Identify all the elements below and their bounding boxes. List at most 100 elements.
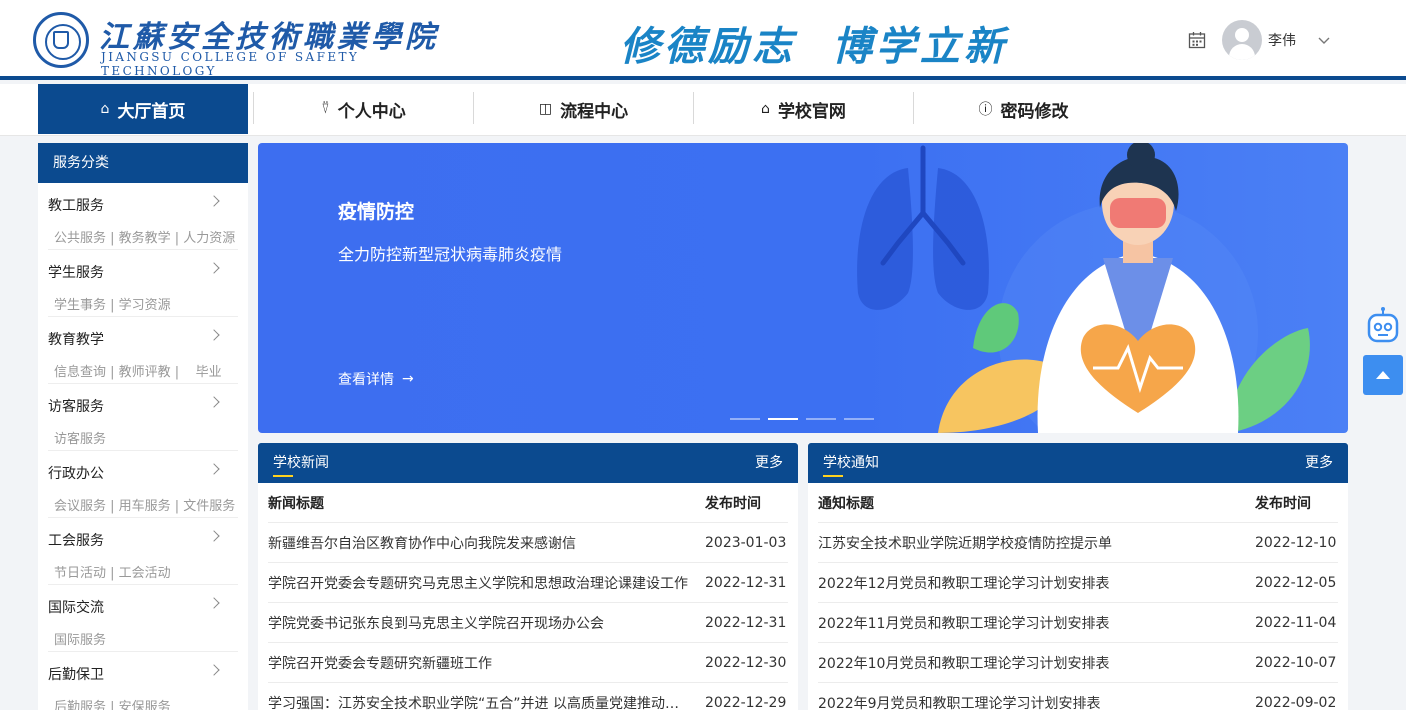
news-title[interactable]: 学院党委书记张东良到马克思主义学院召开现场办公会 bbox=[268, 613, 705, 633]
nav-personal-center[interactable]: ⍢ 个人中心 bbox=[254, 84, 473, 134]
chevron-down-icon[interactable] bbox=[1318, 34, 1330, 46]
news-title[interactable]: 新疆维吾尔自治区教育协作中心向我院发来感谢信 bbox=[268, 533, 705, 553]
chevron-right-icon[interactable] bbox=[208, 396, 220, 408]
table-row[interactable]: 江苏安全技术职业学院近期学校疫情防控提示单 2022-12-10 bbox=[818, 523, 1338, 563]
category-title[interactable]: 教工服务 bbox=[48, 195, 104, 215]
logo-english-name: JIANGSU COLLEGE OF SAFETY TECHNOLOGY bbox=[101, 50, 360, 78]
chevron-right-icon[interactable] bbox=[208, 195, 220, 207]
news-more-link[interactable]: 更多 bbox=[755, 443, 783, 483]
table-row[interactable]: 学院党委书记张东良到马克思主义学院召开现场办公会 2022-12-31 bbox=[268, 603, 788, 643]
news-title[interactable]: 学院召开党委会专题研究马克思主义学院和思想政治理论课建设工作 bbox=[268, 573, 705, 593]
table-header: 新闻标题 发布时间 bbox=[268, 483, 788, 523]
category-sublinks[interactable]: 后勤服务 | 安保服务 bbox=[54, 696, 171, 710]
table-row[interactable]: 学院召开党委会专题研究新疆班工作 2022-12-30 bbox=[268, 643, 788, 683]
category-title[interactable]: 行政办公 bbox=[48, 463, 104, 483]
back-to-top-button[interactable] bbox=[1363, 355, 1403, 395]
calendar-icon[interactable] bbox=[1188, 31, 1206, 49]
carousel-dot[interactable] bbox=[730, 418, 760, 420]
carousel-indicators bbox=[730, 418, 874, 420]
chevron-right-icon[interactable] bbox=[208, 530, 220, 542]
table-row[interactable]: 2022年11月党员和教职工理论学习计划安排表 2022-11-04 bbox=[818, 603, 1338, 643]
news-time: 2023-01-03 bbox=[705, 534, 787, 551]
carousel-dot[interactable] bbox=[806, 418, 836, 420]
col-title-header: 新闻标题 bbox=[268, 495, 324, 512]
chevron-right-icon[interactable] bbox=[208, 597, 220, 609]
table-row[interactable]: 学习强国：江苏安全技术职业学院“五合”并进 以高质量党建推动高质量发展 2022… bbox=[268, 683, 788, 710]
notices-more-link[interactable]: 更多 bbox=[1305, 443, 1333, 483]
carousel-dot[interactable] bbox=[844, 418, 874, 420]
notice-title[interactable]: 江苏安全技术职业学院近期学校疫情防控提示单 bbox=[818, 533, 1255, 553]
nav-school-site[interactable]: ⌂ 学校官网 bbox=[694, 84, 913, 134]
banner-carousel[interactable]: 疫情防控 全力防控新型冠状病毒肺炎疫情 查看详情 → bbox=[258, 143, 1348, 433]
category-title[interactable]: 工会服务 bbox=[48, 530, 104, 550]
col-title-header: 通知标题 bbox=[818, 495, 874, 512]
notice-title[interactable]: 2022年9月党员和教职工理论学习计划安排表 bbox=[818, 693, 1255, 710]
table-row[interactable]: 2022年9月党员和教职工理论学习计划安排表 2022-09-02 bbox=[818, 683, 1338, 710]
flow-icon: ◫ bbox=[538, 101, 553, 117]
category-title[interactable]: 学生服务 bbox=[48, 262, 104, 282]
nav-flow-label: 流程中心 bbox=[560, 101, 629, 122]
school-seal bbox=[33, 12, 89, 68]
category-administration[interactable]: 行政办公 会议服务 | 用车服务 | 文件服务 bbox=[38, 451, 248, 518]
chevron-right-icon[interactable] bbox=[208, 664, 220, 676]
nav-password-change[interactable]: ⓘ 密码修改 bbox=[914, 84, 1133, 134]
carousel-dot-active[interactable] bbox=[768, 418, 798, 420]
notice-title[interactable]: 2022年12月党员和教职工理论学习计划安排表 bbox=[818, 573, 1255, 593]
category-title[interactable]: 国际交流 bbox=[48, 597, 104, 617]
table-row[interactable]: 2022年12月党员和教职工理论学习计划安排表 2022-12-05 bbox=[818, 563, 1338, 603]
nav-flow-center[interactable]: ◫ 流程中心 bbox=[474, 84, 693, 134]
notice-time: 2022-12-05 bbox=[1255, 574, 1337, 591]
person-icon: ⍢ bbox=[321, 101, 330, 117]
category-logistics-security[interactable]: 后勤保卫 后勤服务 | 安保服务 bbox=[38, 652, 248, 710]
category-sublinks[interactable]: 信息查询 | 教师评教 | 毕业 bbox=[54, 361, 222, 380]
user-name[interactable]: 李伟 bbox=[1268, 30, 1296, 50]
nav-home[interactable]: ⌂ 大厅首页 bbox=[38, 84, 248, 134]
chevron-right-icon[interactable] bbox=[208, 262, 220, 274]
chevron-right-icon[interactable] bbox=[208, 329, 220, 341]
notice-title[interactable]: 2022年10月党员和教职工理论学习计划安排表 bbox=[818, 653, 1255, 673]
category-sublinks[interactable]: 访客服务 bbox=[54, 428, 106, 447]
table-row[interactable]: 新疆维吾尔自治区教育协作中心向我院发来感谢信 2023-01-03 bbox=[268, 523, 788, 563]
category-union-services[interactable]: 工会服务 节日活动 | 工会活动 bbox=[38, 518, 248, 585]
notice-time: 2022-10-07 bbox=[1255, 654, 1337, 671]
category-staff-services[interactable]: 教工服务 公共服务 | 教务教学 | 人力资源 bbox=[38, 183, 248, 250]
sidebar-title: 服务分类 bbox=[38, 143, 248, 183]
banner-more-label: 查看详情 bbox=[338, 372, 394, 388]
category-education-teaching[interactable]: 教育教学 信息查询 | 教师评教 | 毕业 bbox=[38, 317, 248, 384]
category-sublinks[interactable]: 国际服务 bbox=[54, 629, 106, 648]
col-time-header: 发布时间 bbox=[1255, 495, 1311, 512]
category-sublinks[interactable]: 公共服务 | 教务教学 | 人力资源 bbox=[54, 227, 235, 246]
category-title[interactable]: 访客服务 bbox=[48, 396, 104, 416]
category-sublinks[interactable]: 节日活动 | 工会活动 bbox=[54, 562, 171, 581]
category-title[interactable]: 后勤保卫 bbox=[48, 664, 104, 684]
category-sublinks[interactable]: 会议服务 | 用车服务 | 文件服务 bbox=[54, 495, 235, 514]
category-student-services[interactable]: 学生服务 学生事务 | 学习资源 bbox=[38, 250, 248, 317]
panel-title: 学校新闻 bbox=[273, 443, 329, 483]
nav-password-label: 密码修改 bbox=[1000, 101, 1069, 122]
table-row[interactable]: 2022年10月党员和教职工理论学习计划安排表 2022-10-07 bbox=[818, 643, 1338, 683]
header: 江蘇安全技術職業學院 JIANGSU COLLEGE OF SAFETY TEC… bbox=[0, 0, 1406, 80]
table-row[interactable]: 学院召开党委会专题研究马克思主义学院和思想政治理论课建设工作 2022-12-3… bbox=[268, 563, 788, 603]
banner-title: 疫情防控 bbox=[338, 201, 415, 223]
doctor-illustration bbox=[857, 143, 1310, 433]
notice-time: 2022-09-02 bbox=[1255, 694, 1337, 710]
notice-title[interactable]: 2022年11月党员和教职工理论学习计划安排表 bbox=[818, 613, 1255, 633]
notices-table: 通知标题 发布时间 江苏安全技术职业学院近期学校疫情防控提示单 2022-12-… bbox=[818, 483, 1338, 710]
robot-assistant-icon[interactable] bbox=[1366, 306, 1400, 346]
panel-title: 学校通知 bbox=[823, 443, 879, 483]
news-title[interactable]: 学习强国：江苏安全技术职业学院“五合”并进 以高质量党建推动高质量发展 bbox=[268, 693, 685, 710]
category-sublinks[interactable]: 学生事务 | 学习资源 bbox=[54, 294, 171, 313]
avatar[interactable] bbox=[1222, 20, 1262, 60]
school-notices-panel: 学校通知 更多 通知标题 发布时间 江苏安全技术职业学院近期学校疫情防控提示单 … bbox=[808, 443, 1348, 710]
banner-view-details-link[interactable]: 查看详情 → bbox=[338, 369, 414, 389]
news-time: 2022-12-29 bbox=[705, 694, 787, 710]
chevron-right-icon[interactable] bbox=[208, 463, 220, 475]
news-table: 新闻标题 发布时间 新疆维吾尔自治区教育协作中心向我院发来感谢信 2023-01… bbox=[268, 483, 788, 710]
news-title[interactable]: 学院召开党委会专题研究新疆班工作 bbox=[268, 653, 705, 673]
panel-header: 学校通知 更多 bbox=[808, 443, 1348, 483]
slogan: 修德励志 博学立新 bbox=[620, 23, 1008, 70]
school-logo[interactable]: 江蘇安全技術職業學院 JIANGSU COLLEGE OF SAFETY TEC… bbox=[33, 10, 453, 78]
category-visitor-services[interactable]: 访客服务 访客服务 bbox=[38, 384, 248, 451]
category-title[interactable]: 教育教学 bbox=[48, 329, 104, 349]
category-international[interactable]: 国际交流 国际服务 bbox=[38, 585, 248, 652]
